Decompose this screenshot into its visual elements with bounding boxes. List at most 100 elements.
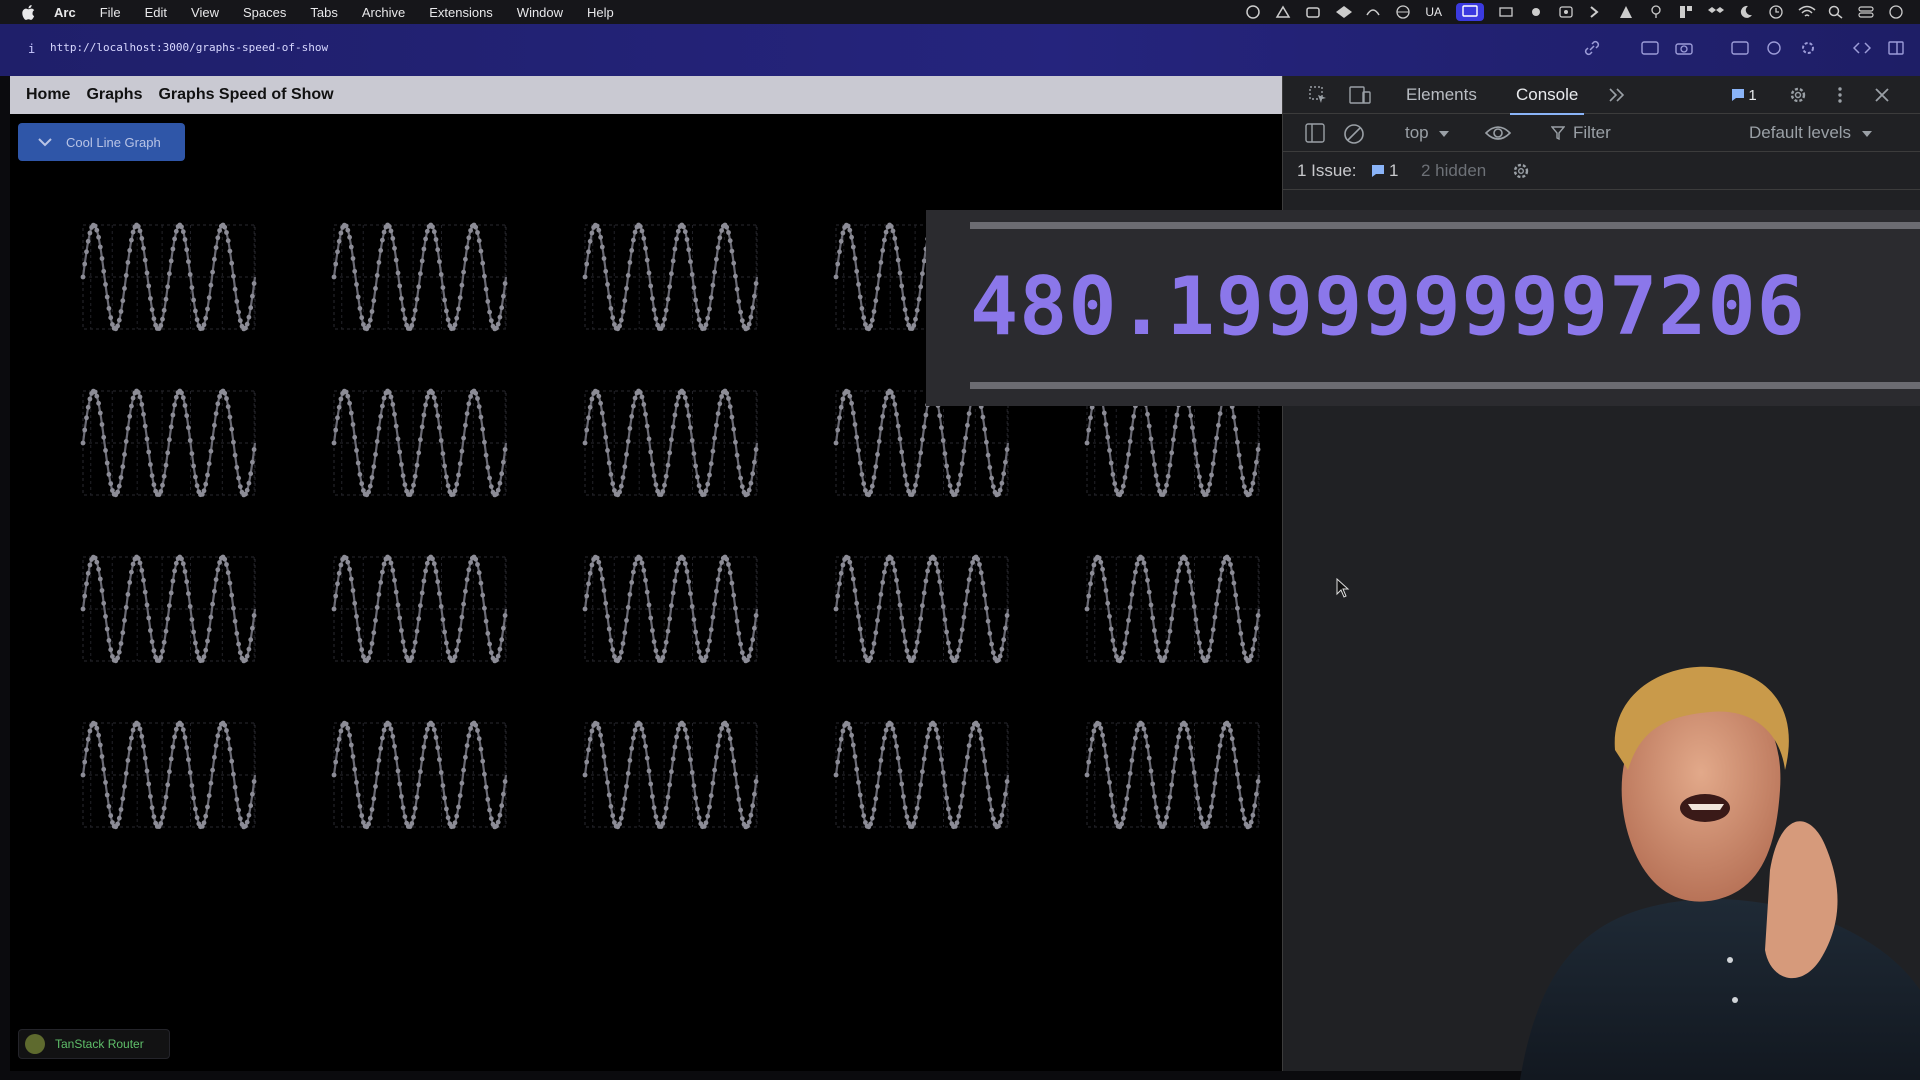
data-point [946,640,951,646]
data-point [847,227,853,233]
data-point [712,269,717,275]
more-options-icon[interactable] [1829,85,1851,105]
data-point [167,437,172,443]
data-point [1108,460,1114,466]
tanstack-router-devtools-button[interactable]: TanStack Router [18,1029,170,1059]
live-expression-eye-icon[interactable] [1484,123,1512,148]
data-point [184,579,190,585]
device-toolbar-icon[interactable] [1349,85,1371,105]
data-point [1191,438,1197,443]
screenshot-icon[interactable] [1674,38,1694,58]
site-info-icon[interactable]: i [28,42,35,56]
console-filter-input[interactable]: Filter [1551,123,1611,143]
copy-link-icon[interactable] [1582,38,1602,58]
data-point [116,815,122,821]
data-point [94,725,100,731]
data-point [961,448,967,454]
devtools-settings-icon[interactable] [1787,85,1809,105]
data-point [168,424,174,430]
data-point [194,815,200,821]
console-sidebar-icon[interactable] [1305,123,1325,148]
x-tick-label: 162 [460,335,487,352]
data-point [1124,796,1130,802]
sidebar-panel-icon[interactable] [1730,38,1750,58]
graph-type-dropdown[interactable]: Cool Line Graph [18,123,185,161]
data-point [388,228,394,234]
data-point [639,394,645,400]
screen-record-icon[interactable] [1456,3,1484,21]
status-icon-8[interactable] [1618,5,1634,19]
capture-icon[interactable] [1640,38,1660,58]
more-tabs-icon[interactable] [1606,85,1628,105]
x-tick-label: 92 [906,501,924,518]
search-icon[interactable] [1828,5,1844,19]
wifi-icon[interactable] [1798,5,1816,19]
data-point [849,732,854,738]
issues-settings-icon[interactable] [1511,161,1531,186]
menu-app-name[interactable]: Arc [54,5,76,20]
log-levels-dropdown[interactable]: Default levels [1749,123,1872,143]
moon-icon[interactable] [1738,5,1754,19]
status-icon-7[interactable] [1558,5,1574,19]
data-point [201,488,207,494]
x-tick-label: 92 [153,501,171,518]
code-view-icon[interactable] [1852,38,1872,58]
url-field[interactable]: http://localhost:3000/graphs-speed-of-sh… [50,41,328,54]
menu-view[interactable]: View [191,5,219,20]
status-icon-9[interactable] [1648,5,1664,19]
menu-edit[interactable]: Edit [145,5,167,20]
data-point [416,616,422,622]
apple-icon[interactable] [20,4,36,20]
menu-tabs[interactable]: Tabs [310,5,337,20]
globe-status-icon[interactable] [1395,5,1411,19]
status-icon-1[interactable] [1245,5,1261,19]
status-icon-6[interactable] [1528,5,1544,19]
camera-status-icon[interactable] [1305,5,1321,19]
data-point [248,803,254,809]
siri-icon[interactable] [1888,5,1904,19]
tab-elements[interactable]: Elements [1406,85,1477,105]
menu-help[interactable]: Help [587,5,614,20]
keyboard-layout-indicator[interactable]: UA [1425,5,1442,19]
close-devtools-icon[interactable] [1871,85,1893,105]
data-point [606,294,612,300]
menu-window[interactable]: Window [517,5,563,20]
status-icon-4[interactable] [1365,5,1381,19]
clock-icon[interactable] [1768,5,1784,19]
menu-archive[interactable]: Archive [362,5,405,20]
data-point [92,223,98,229]
data-point [1197,640,1202,646]
data-point [731,426,737,432]
status-icon-10[interactable] [1678,5,1694,19]
split-view-icon[interactable] [1886,38,1906,58]
status-icon-3[interactable] [1335,5,1353,19]
extensions-icon[interactable] [1764,38,1784,58]
control-center-icon[interactable] [1858,5,1874,19]
status-icon-5[interactable] [1498,5,1514,19]
dropbox-icon[interactable] [1708,5,1724,19]
settings-gear-icon[interactable] [1798,38,1818,58]
data-point [1100,732,1105,738]
chevron-right-status-icon[interactable] [1588,5,1604,19]
data-point [222,390,228,396]
menu-extensions[interactable]: Extensions [429,5,493,20]
context-selector[interactable]: top [1405,123,1450,143]
issues-count-button[interactable]: 1 [1371,161,1398,181]
inspect-element-icon[interactable] [1307,85,1329,105]
data-point [411,814,416,820]
menu-file[interactable]: File [100,5,121,20]
data-point [108,813,114,819]
data-point [833,772,839,778]
data-point [682,229,688,235]
menu-spaces[interactable]: Spaces [243,5,286,20]
clear-console-icon[interactable] [1343,123,1365,150]
data-point [727,404,733,410]
issues-badge[interactable]: 1 [1729,85,1759,105]
data-point [875,784,880,789]
mouse-cursor-icon [1336,578,1350,598]
tab-console[interactable]: Console [1509,85,1585,115]
status-icon-2[interactable] [1275,5,1291,19]
data-point [378,248,384,253]
data-point [227,580,233,586]
data-point [1139,722,1145,727]
